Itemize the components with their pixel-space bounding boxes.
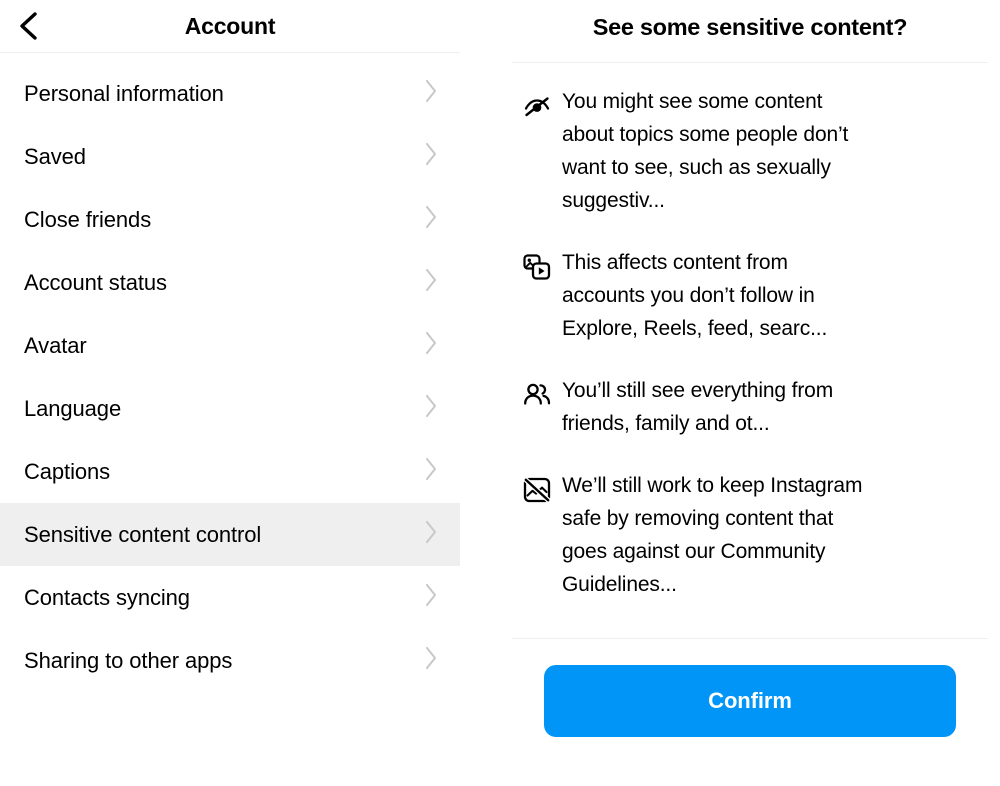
- chevron-right-icon: [424, 583, 438, 612]
- sidebar-item-label: Account status: [24, 269, 167, 295]
- sensitive-content-dialog: See some sensitive content? You might se…: [500, 0, 1000, 786]
- chevron-right-icon: [424, 142, 438, 171]
- settings-screen: Account Personal information Saved Close…: [0, 0, 1000, 786]
- media-reels-icon: [512, 246, 562, 283]
- list-item-text: You might see some content about topics …: [562, 90, 849, 212]
- chevron-right-icon: [424, 646, 438, 675]
- chevron-left-icon: [15, 11, 41, 41]
- sidebar-item-label: Sensitive content control: [24, 521, 262, 547]
- dialog-title: See some sensitive content?: [592, 13, 908, 40]
- list-item: This affects content from accounts you d…: [512, 246, 972, 345]
- people-icon: [512, 374, 562, 411]
- sidebar-item-label: Sharing to other apps: [24, 647, 233, 673]
- confirm-area: Confirm: [500, 638, 1000, 737]
- list-item: We’ll still work to keep Instagram safe …: [512, 469, 972, 601]
- list-item: You’ll still see everything from friends…: [512, 374, 972, 440]
- back-button[interactable]: [8, 6, 48, 46]
- page-title: Account: [184, 12, 276, 39]
- chevron-right-icon: [424, 457, 438, 486]
- sidebar-item-label: Captions: [24, 458, 111, 484]
- list-item-text: We’ll still work to keep Instagram safe …: [562, 474, 863, 596]
- confirm-button[interactable]: Confirm: [544, 665, 956, 737]
- sidebar-item-close-friends[interactable]: Close friends: [0, 188, 460, 251]
- sidebar-item-avatar[interactable]: Avatar: [0, 314, 460, 377]
- sidebar-item-label: Avatar: [24, 332, 87, 358]
- sidebar-item-label: Close friends: [24, 206, 152, 232]
- sidebar-item-sensitive-content-control[interactable]: Sensitive content control: [0, 503, 460, 566]
- image-off-icon: [512, 469, 562, 506]
- chevron-right-icon: [424, 394, 438, 423]
- chevron-right-icon: [424, 520, 438, 549]
- footer-divider: [512, 638, 988, 639]
- list-item-text: You’ll still see everything from friends…: [562, 379, 834, 435]
- settings-list: Personal information Saved Close friends: [0, 53, 460, 692]
- chevron-right-icon: [424, 268, 438, 297]
- sidebar-item-label: Language: [24, 395, 122, 421]
- sidebar-item-label: Personal information: [24, 80, 224, 106]
- sidebar-item-sharing-to-other-apps[interactable]: Sharing to other apps: [0, 629, 460, 692]
- dialog-header: See some sensitive content?: [500, 0, 1000, 62]
- sidebar-item-language[interactable]: Language: [0, 377, 460, 440]
- left-panel-header: Account: [0, 0, 460, 53]
- sidebar-item-label: Contacts syncing: [24, 584, 190, 610]
- sidebar-item-personal-information[interactable]: Personal information: [0, 62, 460, 125]
- eye-off-icon: [512, 85, 562, 122]
- sidebar-item-contacts-syncing[interactable]: Contacts syncing: [0, 566, 460, 629]
- sidebar-item-captions[interactable]: Captions: [0, 440, 460, 503]
- sidebar-item-saved[interactable]: Saved: [0, 125, 460, 188]
- list-item-text: This affects content from accounts you d…: [562, 251, 828, 340]
- sidebar-item-label: Saved: [24, 143, 86, 169]
- chevron-right-icon: [424, 205, 438, 234]
- info-list: You might see some content about topics …: [500, 63, 1000, 601]
- list-item: You might see some content about topics …: [512, 85, 972, 217]
- account-settings-panel: Account Personal information Saved Close…: [0, 0, 460, 786]
- sidebar-item-account-status[interactable]: Account status: [0, 251, 460, 314]
- chevron-right-icon: [424, 79, 438, 108]
- chevron-right-icon: [424, 331, 438, 360]
